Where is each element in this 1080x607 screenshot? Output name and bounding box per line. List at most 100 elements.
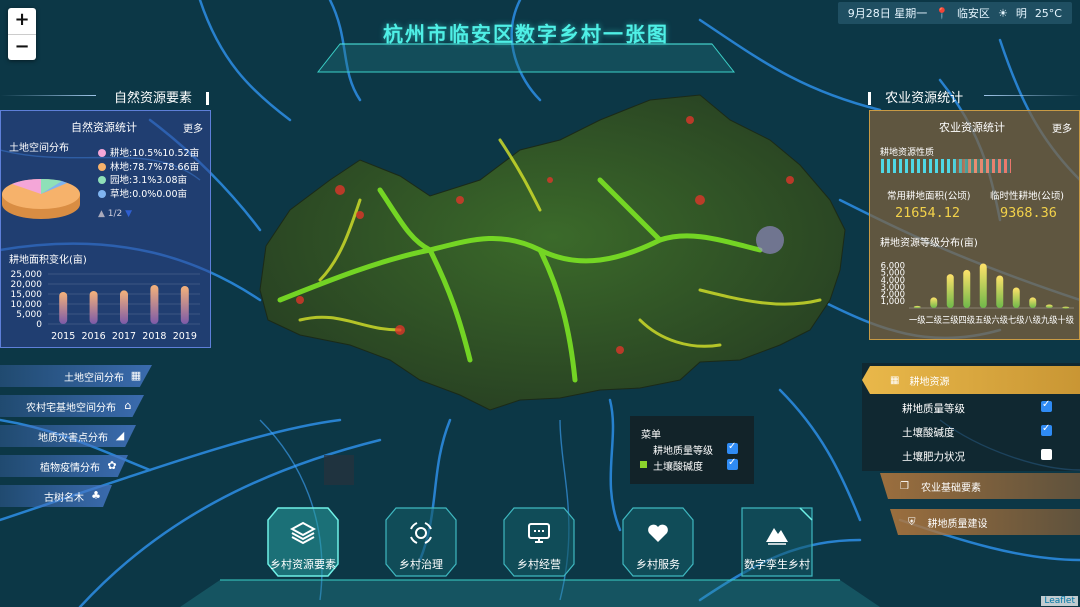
y-tick-label: 25,000 bbox=[11, 270, 43, 280]
layer-menu: 菜单 耕地质量等级 土壤酸碱度 bbox=[630, 416, 754, 484]
legend-text: 林地:78.7%78.66亩 bbox=[110, 161, 200, 173]
y-tick-label: 1,000 bbox=[881, 297, 905, 307]
governance-icon bbox=[410, 522, 432, 544]
section-bar bbox=[868, 92, 871, 105]
agri-basic-button[interactable]: ❐ 农业基础要素 bbox=[880, 473, 1080, 499]
layer-head[interactable]: ▦ 耕地资源 bbox=[862, 366, 1080, 394]
nav-plant-epidemic[interactable]: 植物疫情分布 ✿ bbox=[0, 455, 128, 477]
rural-business-button[interactable]: 乡村经营 bbox=[502, 506, 576, 578]
legend-text: 耕地:10.5%10.52亩 bbox=[110, 148, 200, 159]
leaflet-attribution[interactable]: Leaflet bbox=[1041, 596, 1078, 606]
legend-dot bbox=[98, 149, 106, 157]
rural-resource-button[interactable]: 乡村资源要素 bbox=[266, 506, 340, 578]
legend-dot bbox=[98, 189, 106, 198]
layer-checkbox[interactable] bbox=[1041, 449, 1052, 460]
nature-gauge bbox=[881, 159, 1011, 173]
nav-label: 农村宅基地空间分布 bbox=[26, 402, 116, 414]
nav-label: 土地空间分布 bbox=[64, 372, 124, 384]
nav-geohazard[interactable]: 地质灾害点分布 ◢ bbox=[0, 425, 136, 447]
bottom-btn-label: 乡村治理 bbox=[399, 558, 443, 571]
zoom-in-button[interactable]: + bbox=[8, 8, 36, 34]
section-line bbox=[984, 95, 1080, 96]
agri-basic-label: 农业基础要素 bbox=[920, 482, 981, 494]
copy-icon: ❐ bbox=[900, 480, 909, 492]
location-text: 临安区 bbox=[956, 7, 990, 20]
bar[interactable] bbox=[979, 263, 987, 308]
title-banner: 杭州市临安区数字乡村一张图 bbox=[318, 4, 734, 70]
prev-page-icon[interactable]: ▲ bbox=[98, 209, 105, 219]
bar[interactable] bbox=[1029, 297, 1037, 308]
layer-checkbox[interactable] bbox=[1041, 399, 1052, 412]
business-icon bbox=[528, 523, 550, 543]
layer-row: 土壤酸碱度 bbox=[902, 425, 955, 440]
x-tick-labels: 一级二级三级四级五级六级七级八级九级十级 bbox=[909, 314, 1074, 326]
quality-build-button[interactable]: ⛨ 耕地质量建设 bbox=[890, 509, 1080, 535]
zoom-out-button[interactable]: − bbox=[8, 34, 36, 60]
menu-item-label: 土壤酸碱度 bbox=[653, 462, 703, 473]
y-tick-label: 0 bbox=[36, 320, 42, 330]
area-change-label: 耕地面积变化(亩) bbox=[9, 255, 87, 266]
grade-bar-chart: 6,0005,0004,0003,0002,0001,000一级二级三级四级五级… bbox=[881, 262, 1074, 326]
bar[interactable] bbox=[59, 292, 68, 324]
bottom-btn-label: 乡村经营 bbox=[517, 558, 561, 571]
left-section-header: 自然资源要素 bbox=[114, 87, 210, 106]
layer-label: 土壤肥力状况 bbox=[902, 451, 965, 463]
bar[interactable] bbox=[996, 275, 1004, 308]
menu-title: 菜单 bbox=[641, 430, 661, 441]
digital-twin-button[interactable]: 数字孪生乡村 bbox=[740, 506, 814, 578]
x-tick-label: 2017 bbox=[112, 331, 136, 342]
layer-checkbox[interactable] bbox=[1041, 423, 1052, 436]
x-tick-label: 2016 bbox=[82, 331, 106, 342]
bar[interactable] bbox=[1012, 287, 1020, 308]
legend-swatch bbox=[640, 461, 647, 468]
section-line bbox=[0, 95, 96, 96]
tree-icon: ♣ bbox=[91, 489, 101, 502]
menu-checkbox[interactable] bbox=[727, 441, 738, 454]
bar[interactable] bbox=[946, 274, 954, 308]
bar[interactable] bbox=[180, 286, 189, 324]
layer-head-label: 耕地资源 bbox=[909, 376, 950, 388]
quality-build-label: 耕地质量建设 bbox=[927, 518, 988, 530]
grid-layers-icon: ▦ bbox=[890, 374, 900, 386]
rural-service-button[interactable]: 乡村服务 bbox=[621, 506, 695, 578]
x-tick-label: 2018 bbox=[142, 331, 166, 342]
bar[interactable] bbox=[120, 290, 128, 324]
bar[interactable] bbox=[1045, 304, 1053, 308]
land-legend: 耕地:10.5%10.52亩 林地:78.7%78.66亩 园地:3.1%3.0… bbox=[98, 147, 199, 201]
bottom-btn-label: 数字孪生乡村 bbox=[744, 558, 810, 571]
agri-panel-title: 农业资源统计 bbox=[939, 121, 1005, 134]
bottom-btn-label: 乡村服务 bbox=[636, 558, 680, 571]
bottom-btn-label: 乡村资源要素 bbox=[270, 558, 336, 571]
area-bar-chart: 25,00020,00015,00010,0005,0000 2015 2016 20… bbox=[11, 270, 200, 342]
land-distribution-label: 土地空间分布 bbox=[9, 143, 69, 154]
right-more-link[interactable]: 更多 bbox=[1052, 120, 1072, 135]
next-page-icon[interactable]: ▼ bbox=[125, 209, 132, 219]
bar[interactable] bbox=[1062, 306, 1070, 309]
bar[interactable] bbox=[913, 305, 921, 308]
date-text: 9月28日 星期一 bbox=[847, 7, 928, 20]
y-tick-label: 20,000 bbox=[11, 280, 43, 290]
nav-label: 古树名木 bbox=[44, 492, 84, 504]
y-tick-label: 15,000 bbox=[11, 290, 43, 300]
right-section-header: 农业资源统计 bbox=[868, 87, 963, 106]
left-more-link[interactable]: 更多 bbox=[183, 120, 203, 135]
nav-ancient-trees[interactable]: 古树名木 ♣ bbox=[0, 485, 112, 507]
bar[interactable] bbox=[963, 269, 971, 308]
bar[interactable] bbox=[150, 285, 159, 324]
menu-checkbox[interactable] bbox=[727, 457, 738, 470]
placeholder-block bbox=[324, 455, 354, 485]
rural-governance-button[interactable]: 乡村治理 bbox=[384, 506, 458, 578]
land-pie-chart bbox=[2, 178, 80, 219]
home-icon: ⌂ bbox=[124, 399, 132, 412]
legend-dot bbox=[98, 176, 106, 184]
bar[interactable] bbox=[930, 297, 938, 308]
legend-text: 草地:0.0%0.00亩 bbox=[110, 188, 187, 200]
zoom-control: + − bbox=[8, 8, 36, 60]
nav-label: 地质灾害点分布 bbox=[38, 432, 108, 444]
bar[interactable] bbox=[89, 291, 98, 324]
nav-homestead[interactable]: 农村宅基地空间分布 ⌂ bbox=[0, 395, 144, 417]
nav-land-distribution[interactable]: 土地空间分布 ▦ bbox=[0, 365, 152, 387]
nav-label: 植物疫情分布 bbox=[40, 462, 100, 474]
y-tick-label: 10,000 bbox=[11, 300, 43, 310]
stat2-label: 临时性耕地(公顷) bbox=[990, 191, 1064, 202]
